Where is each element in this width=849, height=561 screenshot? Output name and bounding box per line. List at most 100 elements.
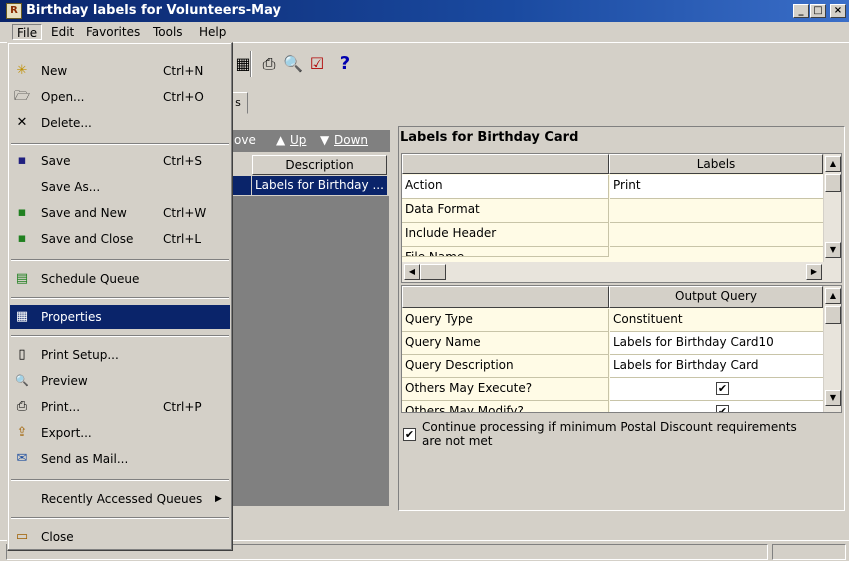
others-may-execute-checkbox[interactable]: ✔ — [716, 382, 729, 395]
menu-tools[interactable]: Tools — [149, 24, 187, 40]
app-icon[interactable]: R — [6, 3, 22, 19]
menu-item-label: Print... — [41, 400, 81, 414]
submenu-arrow-icon: ▶ — [215, 494, 222, 504]
query-grid: Output Query Query Type Constituent Quer… — [401, 285, 842, 413]
row-label-action[interactable]: Action — [402, 175, 609, 199]
query-scroll-thumb[interactable] — [825, 306, 841, 324]
printer-icon: ⎙ — [16, 399, 28, 414]
menu-bar: File Edit Favorites Tools Help — [0, 22, 849, 42]
print-preview-icon[interactable]: 🔍 — [282, 53, 304, 75]
query-grid-corner — [402, 286, 609, 308]
menu-item-delete[interactable]: ✕ Delete... — [10, 111, 230, 135]
row-value-query-type[interactable]: Constituent — [610, 309, 823, 332]
menu-item-schedule-queue[interactable]: ▤ Schedule Queue — [10, 267, 230, 291]
menu-item-send-as-mail[interactable]: ✉ Send as Mail... — [10, 447, 230, 471]
row-value-query-name[interactable]: Labels for Birthday Card10 — [610, 332, 823, 355]
menu-item-shortcut: Ctrl+P — [163, 400, 202, 414]
new-document-icon: ✳ — [16, 63, 28, 78]
menu-item-preview[interactable]: 🔍 Preview — [10, 369, 230, 393]
labels-column-header[interactable]: Labels — [609, 154, 823, 174]
row-value-data-format[interactable] — [610, 199, 823, 223]
menu-item-recently-accessed-queues[interactable]: Recently Accessed Queues ▶ — [10, 487, 230, 511]
down-arrow-icon[interactable]: ▼ — [320, 133, 329, 147]
up-arrow-icon[interactable]: ▲ — [276, 133, 285, 147]
labels-horizontal-scrollbar[interactable]: ◀ ▶ — [402, 262, 841, 282]
menu-item-new[interactable]: ✳ New Ctrl+N — [10, 59, 230, 83]
query-scroll-up-arrow-icon[interactable]: ▲ — [825, 288, 841, 304]
row-label-query-name[interactable]: Query Name — [402, 332, 609, 355]
row-value-others-may-modify: ✔ — [610, 401, 823, 412]
save-new-icon: ▪ — [17, 205, 27, 220]
minimize-button[interactable]: _ — [793, 4, 809, 18]
mail-icon: ✉ — [16, 451, 28, 466]
menu-item-label: Close — [41, 530, 74, 544]
menu-item-label: Properties — [41, 310, 102, 324]
print-icon[interactable]: ⎙ — [258, 53, 280, 75]
menu-item-properties[interactable]: ▦ Properties — [10, 305, 230, 329]
menu-item-save[interactable]: ▪ Save Ctrl+S — [10, 149, 230, 173]
row-label-query-description[interactable]: Query Description — [402, 355, 609, 378]
row-value-action[interactable]: Print — [610, 175, 823, 199]
file-menu-dropdown: ✳ New Ctrl+N 🗁 Open... Ctrl+O ✕ Delete..… — [7, 42, 233, 551]
panel-title: Labels for Birthday Card — [400, 130, 579, 145]
menu-item-shortcut: Ctrl+L — [163, 232, 202, 246]
menu-item-save-as[interactable]: Save As... — [10, 175, 230, 199]
scroll-down-arrow-icon[interactable]: ▼ — [825, 242, 841, 258]
menu-item-label: Save — [41, 154, 71, 168]
scroll-thumb[interactable] — [825, 174, 841, 192]
menu-item-label: Save As... — [41, 180, 101, 194]
menu-file[interactable]: File — [12, 24, 43, 40]
move-button[interactable]: ove — [234, 133, 256, 147]
down-button[interactable]: Down — [334, 133, 368, 147]
menu-help[interactable]: Help — [195, 24, 230, 40]
help-icon[interactable]: ? — [334, 53, 356, 75]
labels-grid: Labels Action Print Data Format Include … — [401, 153, 842, 283]
row-label-others-may-execute[interactable]: Others May Execute? — [402, 378, 609, 401]
scroll-right-arrow-icon[interactable]: ▶ — [806, 264, 822, 280]
menu-separator — [11, 517, 229, 519]
row-label-data-format[interactable]: Data Format — [402, 199, 609, 223]
labels-vertical-scrollbar[interactable]: ▲ ▼ — [823, 154, 841, 262]
hscroll-thumb[interactable] — [420, 264, 446, 280]
maximize-button[interactable]: □ — [810, 4, 826, 18]
schedule-queue-icon: ▤ — [15, 271, 29, 286]
menu-item-label: Save and New — [41, 206, 127, 220]
query-vertical-scrollbar[interactable]: ▲ ▼ — [823, 286, 841, 412]
menu-item-shortcut: Ctrl+W — [163, 206, 207, 220]
menu-item-label: Save and Close — [41, 232, 134, 246]
output-query-column-header[interactable]: Output Query — [609, 286, 823, 308]
continue-processing-checkbox[interactable]: ✔ — [403, 428, 416, 441]
menu-item-open[interactable]: 🗁 Open... Ctrl+O — [10, 85, 230, 109]
continue-processing-label: Continue processing if minimum Postal Di… — [422, 420, 842, 448]
row-label-others-may-modify[interactable]: Others May Modify? — [402, 401, 609, 412]
menu-item-print-setup[interactable]: ▯ Print Setup... — [10, 343, 230, 367]
menu-item-label: Open... — [41, 90, 85, 104]
row-value-include-header[interactable] — [610, 223, 823, 247]
scroll-left-arrow-icon[interactable]: ◀ — [404, 264, 420, 280]
description-column-header[interactable]: Description — [252, 155, 387, 175]
row-selector[interactable] — [231, 176, 251, 195]
check-icon[interactable]: ☑ — [306, 53, 328, 75]
move-toolbar: ove ▲ Up ▼ Down — [228, 130, 390, 152]
others-may-modify-checkbox[interactable]: ✔ — [716, 405, 729, 412]
menu-item-save-and-new[interactable]: ▪ Save and New Ctrl+W — [10, 201, 230, 225]
grid-empty-area — [231, 196, 389, 506]
menu-item-save-and-close[interactable]: ▪ Save and Close Ctrl+L — [10, 227, 230, 251]
menu-edit[interactable]: Edit — [47, 24, 78, 40]
row-label-include-header[interactable]: Include Header — [402, 223, 609, 247]
row-label-file-name[interactable]: File Name — [402, 247, 609, 257]
row-label-query-type[interactable]: Query Type — [402, 309, 609, 332]
query-scroll-down-arrow-icon[interactable]: ▼ — [825, 390, 841, 406]
print-setup-icon: ▯ — [18, 347, 26, 362]
table-row[interactable]: Labels for Birthday ... — [252, 176, 387, 195]
menu-item-close[interactable]: ▭ Close — [10, 525, 230, 549]
menu-item-print[interactable]: ⎙ Print... Ctrl+P — [10, 395, 230, 419]
menu-item-export[interactable]: ⇪ Export... — [10, 421, 230, 445]
scroll-up-arrow-icon[interactable]: ▲ — [825, 156, 841, 172]
menu-item-label: Recently Accessed Queues — [41, 492, 203, 506]
close-door-icon: ▭ — [15, 529, 29, 544]
menu-favorites[interactable]: Favorites — [82, 24, 144, 40]
up-button[interactable]: Up — [290, 133, 306, 147]
row-value-query-description[interactable]: Labels for Birthday Card — [610, 355, 823, 378]
close-button[interactable]: × — [830, 4, 846, 18]
